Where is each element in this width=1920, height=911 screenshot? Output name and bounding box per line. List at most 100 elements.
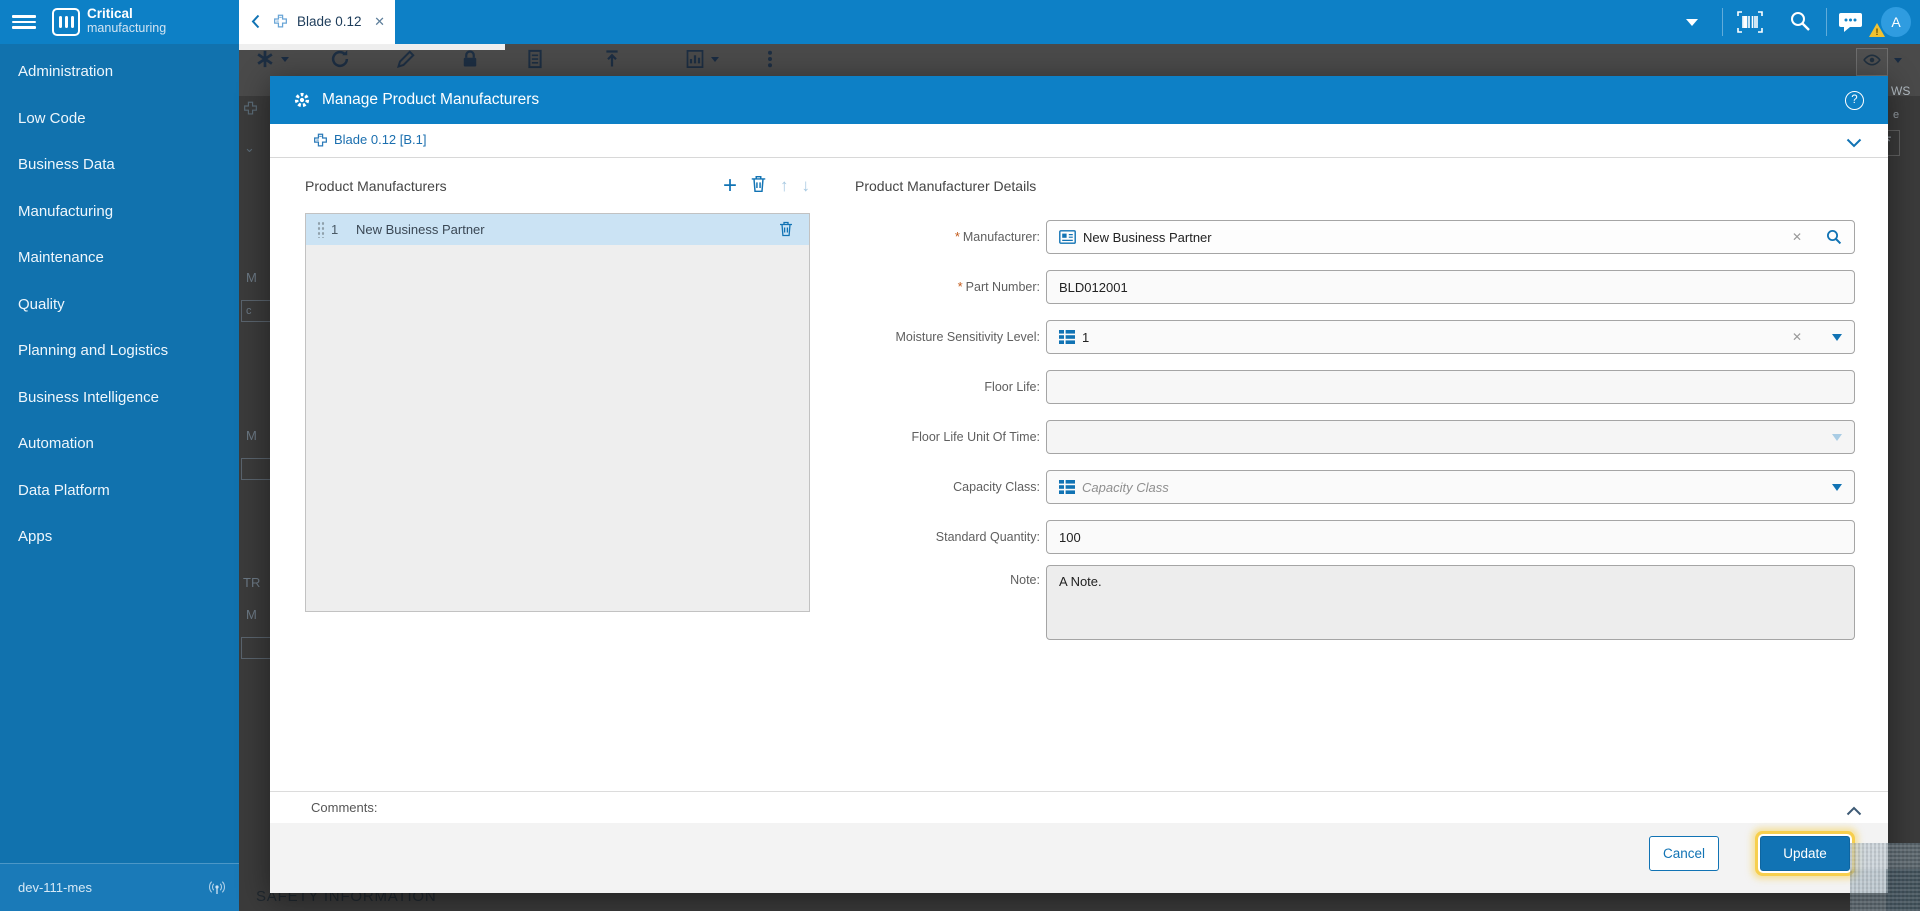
toolbar-divider bbox=[1826, 8, 1827, 36]
part-number-field[interactable]: BLD012001 bbox=[1046, 270, 1855, 304]
background-fragment: e bbox=[1893, 109, 1900, 121]
chevron-down-icon[interactable] bbox=[1846, 135, 1862, 153]
form-row-standard-quantity: Standard Quantity: 100 bbox=[270, 520, 1888, 554]
background-fragment bbox=[241, 458, 271, 480]
tab-title: Blade 0.12 bbox=[297, 14, 362, 29]
background-fragment: M bbox=[246, 607, 257, 622]
caret-down-icon bbox=[1894, 58, 1902, 63]
field-value: A Note. bbox=[1059, 574, 1102, 589]
application-window: ⌄ M c M TR M SAFETY INFORMATION WS e Cri… bbox=[0, 0, 1920, 911]
avatar[interactable]: A bbox=[1881, 7, 1911, 37]
chat-icon[interactable] bbox=[1838, 12, 1863, 38]
background-chevron: ⌄ bbox=[244, 140, 255, 155]
clear-icon[interactable]: ✕ bbox=[1792, 330, 1802, 344]
sidebar-item-apps[interactable]: Apps bbox=[0, 514, 239, 561]
chart-icon bbox=[683, 47, 707, 71]
standard-quantity-field[interactable]: 100 bbox=[1046, 520, 1855, 554]
form-row-capacity-class: Capacity Class: Capacity Class bbox=[270, 470, 1888, 504]
manufacturer-field[interactable]: New Business Partner ✕ bbox=[1046, 220, 1855, 254]
search-icon[interactable] bbox=[1789, 10, 1811, 37]
field-value: BLD012001 bbox=[1059, 279, 1128, 295]
sidebar-item-quality[interactable]: Quality bbox=[0, 282, 239, 329]
move-down-icon[interactable]: ↓ bbox=[802, 176, 811, 196]
value-list-icon bbox=[1059, 480, 1075, 494]
chevron-up-icon[interactable] bbox=[1846, 803, 1862, 821]
caret-down-icon[interactable] bbox=[1832, 333, 1842, 341]
form-row-manufacturer: * Manufacturer: New Business Partner ✕ bbox=[270, 220, 1888, 254]
lock-icon bbox=[458, 47, 482, 71]
moisture-sensitivity-field[interactable]: 1 ✕ bbox=[1046, 320, 1855, 354]
form-row-part-number: * Part Number: BLD012001 bbox=[270, 270, 1888, 304]
background-fragment: TR bbox=[243, 575, 261, 590]
background-fragment-icon bbox=[243, 101, 258, 119]
comments-section[interactable]: Comments: bbox=[270, 791, 1888, 825]
field-label: Floor Life Unit Of Time: bbox=[911, 430, 1040, 444]
entity-link[interactable]: Blade 0.12 [B.1] bbox=[334, 124, 427, 156]
comments-label: Comments: bbox=[311, 800, 378, 815]
sidebar-item-business-intelligence[interactable]: Business Intelligence bbox=[0, 375, 239, 422]
floor-life-unit-select[interactable] bbox=[1046, 420, 1855, 454]
back-chevron-icon[interactable] bbox=[251, 14, 260, 34]
product-icon bbox=[273, 14, 288, 34]
form-row-floor-life: Floor Life: bbox=[270, 370, 1888, 404]
caret-down-icon[interactable] bbox=[1832, 433, 1842, 441]
refresh-icon bbox=[328, 47, 352, 71]
left-panel-title: Product Manufacturers bbox=[305, 178, 447, 194]
sidebar-item-administration[interactable]: Administration bbox=[0, 49, 239, 96]
warning-badge-exclamation: ! bbox=[1875, 27, 1879, 37]
form-row-moisture-sensitivity: Moisture Sensitivity Level: 1 ✕ bbox=[270, 320, 1888, 354]
brand-text: Critical manufacturing bbox=[87, 6, 167, 36]
manage-product-manufacturers-dialog: Manage Product Manufacturers ? Blade 0.1… bbox=[270, 76, 1888, 893]
gear-icon bbox=[293, 91, 311, 114]
close-icon[interactable]: ✕ bbox=[374, 0, 385, 44]
help-icon[interactable]: ? bbox=[1845, 91, 1864, 110]
capacity-class-field[interactable]: Capacity Class bbox=[1046, 470, 1855, 504]
sidebar-item-automation[interactable]: Automation bbox=[0, 421, 239, 468]
asterisk-icon bbox=[253, 47, 277, 71]
product-icon bbox=[313, 133, 328, 153]
brand-line2: manufacturing bbox=[87, 21, 167, 35]
caret-down-icon bbox=[281, 57, 289, 62]
sidebar-item-low-code[interactable]: Low Code bbox=[0, 96, 239, 143]
top-bar: Critical manufacturing Blade 0.12 ✕ A ! bbox=[0, 0, 1920, 44]
clear-icon[interactable]: ✕ bbox=[1792, 230, 1802, 244]
antenna-icon bbox=[208, 879, 226, 900]
field-label: Moisture Sensitivity Level: bbox=[895, 330, 1040, 344]
sidebar-item-data-platform[interactable]: Data Platform bbox=[0, 468, 239, 515]
toolbar-divider bbox=[1722, 8, 1723, 36]
sidebar-item-manufacturing[interactable]: Manufacturing bbox=[0, 189, 239, 236]
background-fragment: M bbox=[246, 428, 257, 443]
update-button[interactable]: Update bbox=[1760, 836, 1850, 871]
nav-dropdown-caret-icon[interactable] bbox=[1686, 19, 1698, 26]
environment-name: dev-111-mes bbox=[18, 880, 92, 895]
sidebar-item-business-data[interactable]: Business Data bbox=[0, 142, 239, 189]
field-value: 1 bbox=[1082, 329, 1090, 345]
sidebar: Administration Low Code Business Data Ma… bbox=[0, 44, 239, 863]
field-label: * Part Number: bbox=[957, 279, 1040, 294]
field-label: Standard Quantity: bbox=[935, 530, 1040, 544]
hamburger-menu-icon[interactable] bbox=[12, 15, 36, 29]
list-toolbar: + ↑ ↓ bbox=[670, 172, 810, 200]
sidebar-footer: dev-111-mes bbox=[0, 863, 239, 911]
brand-line1: Critical bbox=[87, 6, 133, 21]
cancel-button[interactable]: Cancel bbox=[1649, 836, 1719, 871]
delete-icon[interactable] bbox=[750, 175, 767, 198]
note-textarea[interactable]: A Note. bbox=[1046, 565, 1855, 640]
form-row-note: Note: A Note. bbox=[270, 565, 1888, 640]
search-icon[interactable] bbox=[1826, 229, 1842, 245]
add-icon[interactable]: + bbox=[723, 174, 737, 198]
value-list-icon bbox=[1059, 330, 1075, 344]
barcode-scanner-icon[interactable] bbox=[1737, 11, 1763, 38]
dialog-footer: Cancel Update bbox=[270, 823, 1888, 893]
background-fragment bbox=[241, 637, 271, 659]
details-title: Product Manufacturer Details bbox=[855, 178, 1037, 194]
floor-life-field[interactable] bbox=[1046, 370, 1855, 404]
upload-icon bbox=[600, 47, 624, 71]
document-icon bbox=[523, 47, 547, 71]
sidebar-item-planning-and-logistics[interactable]: Planning and Logistics bbox=[0, 328, 239, 375]
sidebar-item-maintenance[interactable]: Maintenance bbox=[0, 235, 239, 282]
tab-blade-012[interactable]: Blade 0.12 ✕ bbox=[239, 0, 395, 44]
caret-down-icon[interactable] bbox=[1832, 483, 1842, 491]
brand-logo-icon bbox=[52, 8, 80, 36]
move-up-icon[interactable]: ↑ bbox=[780, 176, 789, 196]
